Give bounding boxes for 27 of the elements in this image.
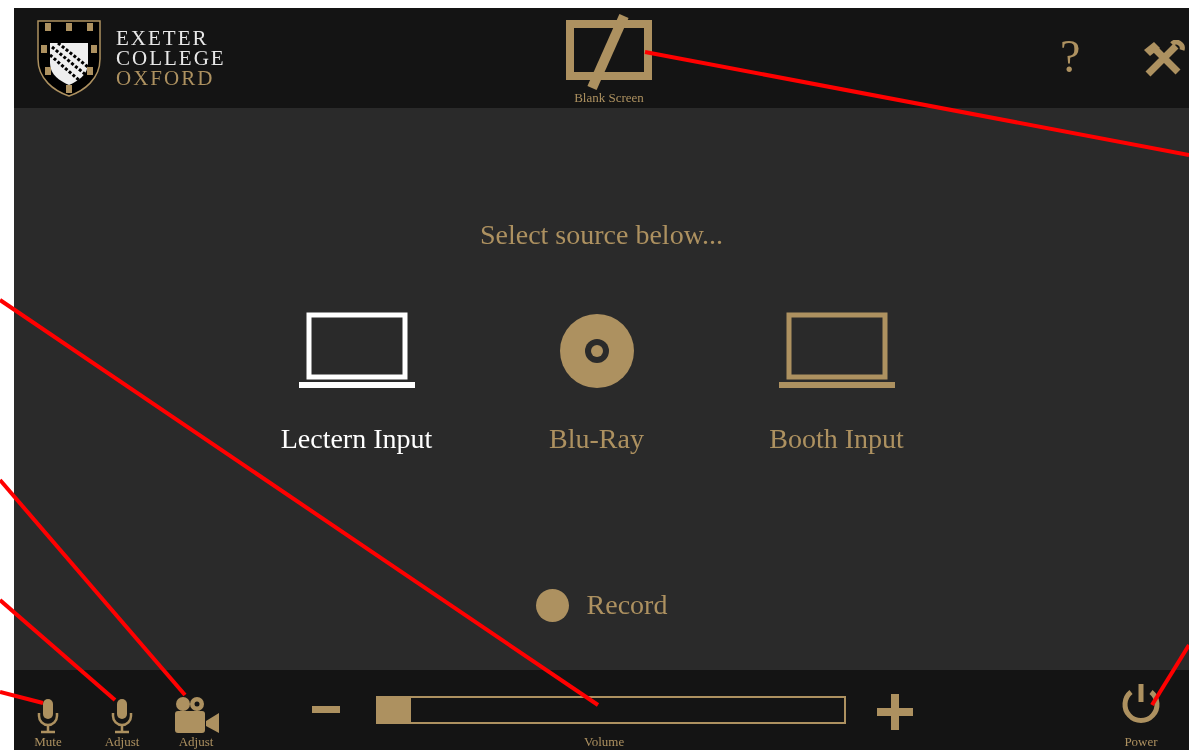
power-button[interactable]: Power — [1120, 682, 1162, 750]
power-icon — [1120, 682, 1162, 726]
microphone-icon — [111, 698, 133, 734]
logo-text: EXETER — [116, 28, 210, 48]
logo-text: COLLEGE — [116, 48, 226, 68]
help-button[interactable]: ? — [1060, 34, 1081, 80]
volume-label: Volume — [584, 734, 625, 750]
disc-icon — [557, 312, 636, 390]
plus-icon[interactable] — [875, 692, 915, 732]
blank-screen-icon — [566, 14, 652, 90]
source-button[interactable]: Lectern Input — [271, 310, 442, 460]
logo-text: OXFORD — [116, 68, 216, 88]
video-camera-icon — [173, 696, 219, 734]
laptop-icon — [296, 312, 417, 390]
audio-control-button[interactable]: Adjust — [98, 698, 146, 750]
record-button[interactable]: Record — [535, 584, 668, 626]
audio-control-button[interactable]: Mute — [24, 698, 72, 750]
volume-slider[interactable] — [376, 696, 846, 724]
audio-control-button[interactable]: Adjust — [172, 696, 220, 750]
source-button[interactable]: Blu-Ray — [511, 310, 682, 460]
blank-screen-button[interactable]: Blank Screen — [554, 14, 664, 108]
source-button[interactable]: Booth Input — [751, 310, 922, 460]
annotation-line — [1150, 643, 1189, 707]
laptop-icon — [776, 312, 897, 390]
prompt-text: Select source below... — [479, 218, 724, 252]
microphone-icon — [37, 698, 59, 734]
college-crest-icon — [36, 19, 102, 97]
